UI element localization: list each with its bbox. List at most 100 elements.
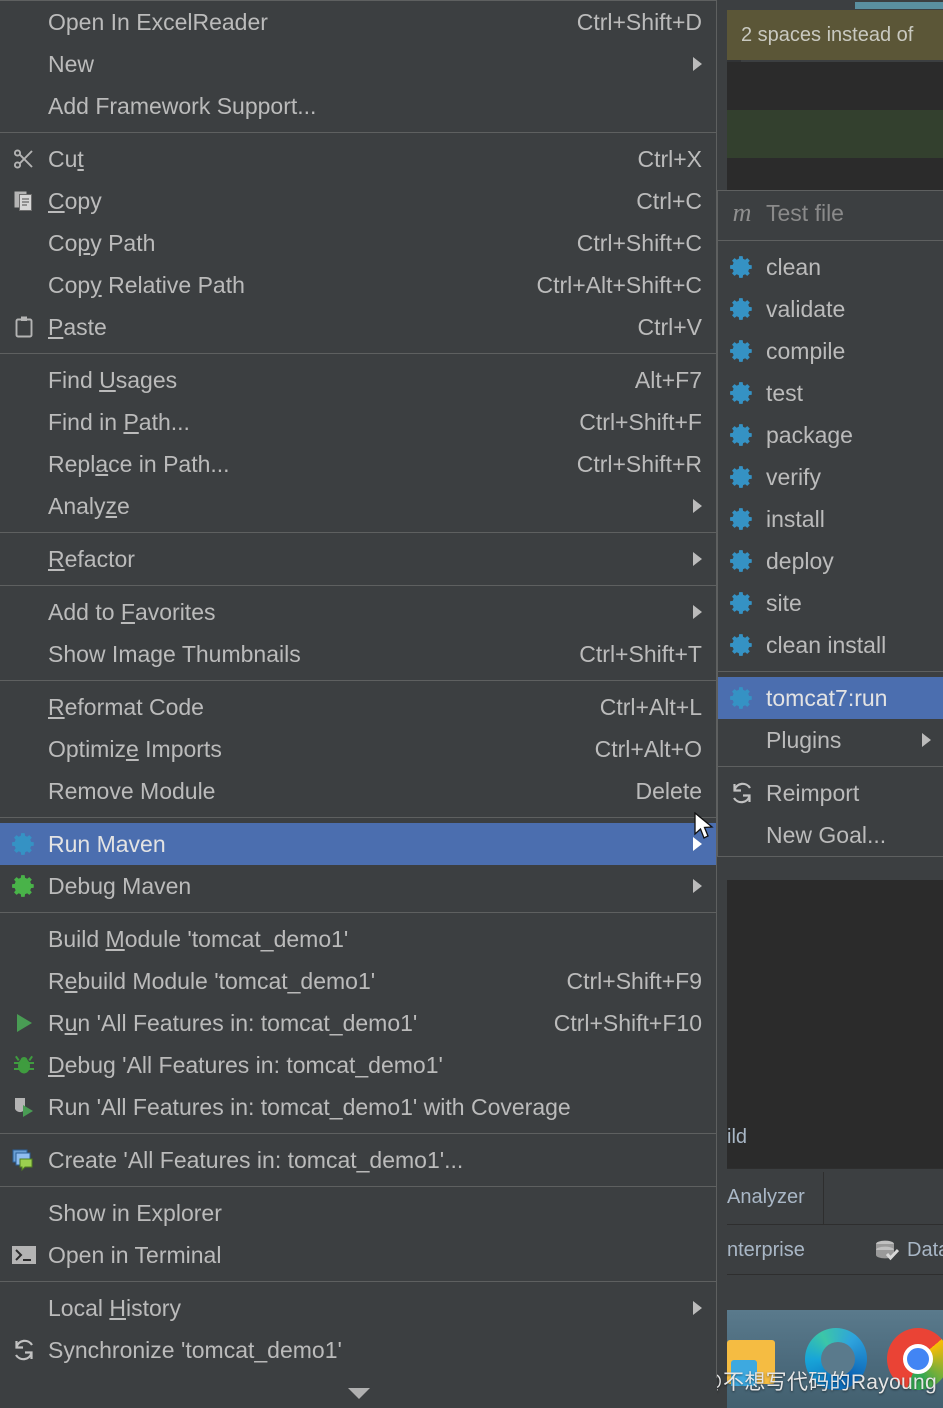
menu-separator xyxy=(0,532,716,533)
submenu-maven-goal-clean[interactable]: clean xyxy=(718,246,943,288)
menu-item-show-image-thumbnails[interactable]: Show Image Thumbnails Ctrl+Shift+T xyxy=(0,633,716,675)
menu-item-remove-module[interactable]: Remove Module Delete xyxy=(0,770,716,812)
submenu-arrow-icon xyxy=(693,57,702,71)
submenu-maven-goal-compile[interactable]: compile xyxy=(718,330,943,372)
menu-item-refactor[interactable]: Refactor xyxy=(0,538,716,580)
menu-item-debug-all-features[interactable]: Debug 'All Features in: tomcat_demo1' xyxy=(0,1044,716,1086)
menu-item-label: New xyxy=(48,50,95,77)
menu-item-label: Cut xyxy=(48,145,84,172)
gear-blue-icon xyxy=(718,548,766,574)
menu-item-new[interactable]: New xyxy=(0,43,716,85)
no-icon xyxy=(0,686,48,728)
menu-separator xyxy=(0,1186,716,1187)
submenu-arrow-icon xyxy=(922,733,931,747)
submenu-maven-goal-install[interactable]: install xyxy=(718,498,943,540)
analyzer-tab-label[interactable]: Analyzer xyxy=(727,1186,805,1209)
menu-item-run-all-features[interactable]: Run 'All Features in: tomcat_demo1' Ctrl+… xyxy=(0,1002,716,1044)
no-icon xyxy=(0,591,48,633)
no-icon xyxy=(0,85,48,127)
analyzer-tab-row: Analyzer xyxy=(727,1172,943,1224)
submenu-item-label: verify xyxy=(766,463,821,490)
submenu-maven-goal-verify[interactable]: verify xyxy=(718,456,943,498)
menu-item-label: Paste xyxy=(48,313,107,340)
menu-item-label: Find in Path... xyxy=(48,408,190,435)
menu-item-shortcut: Ctrl+V xyxy=(637,313,702,340)
build-tab-label[interactable]: ild xyxy=(727,1126,747,1149)
menu-item-local-history[interactable]: Local History xyxy=(0,1287,716,1329)
submenu-new-goal[interactable]: New Goal... xyxy=(718,814,943,856)
gear-blue-icon xyxy=(718,632,766,658)
menu-item-replace-in-path[interactable]: Replace in Path... Ctrl+Shift+R xyxy=(0,443,716,485)
menu-item-shortcut: Ctrl+Alt+O xyxy=(594,735,702,762)
menu-item-show-in-explorer[interactable]: Show in Explorer xyxy=(0,1192,716,1234)
menu-separator xyxy=(0,1133,716,1134)
menu-item-reformat-code[interactable]: Reformat Code Ctrl+Alt+L xyxy=(0,686,716,728)
menu-separator xyxy=(0,912,716,913)
editor-top-bar xyxy=(727,0,943,10)
menu-separator xyxy=(0,132,716,133)
no-icon xyxy=(0,43,48,85)
menu-item-create-run-configuration[interactable]: Create 'All Features in: tomcat_demo1'..… xyxy=(0,1139,716,1181)
gear-blue-icon xyxy=(718,296,766,322)
menu-item-label: Remove Module xyxy=(48,777,216,804)
menu-item-cut[interactable]: Cut Ctrl+X xyxy=(0,138,716,180)
submenu-item-label: clean install xyxy=(766,631,887,658)
status-enterprise-label[interactable]: nterprise xyxy=(727,1239,805,1262)
submenu-maven-goal-validate[interactable]: validate xyxy=(718,288,943,330)
menu-item-build-module[interactable]: Build Module 'tomcat_demo1' xyxy=(0,918,716,960)
menu-item-add-framework-support[interactable]: Add Framework Support... xyxy=(0,85,716,127)
menu-item-rebuild-module[interactable]: Rebuild Module 'tomcat_demo1' Ctrl+Shift+… xyxy=(0,960,716,1002)
submenu-maven-goal-site[interactable]: site xyxy=(718,582,943,624)
menu-separator xyxy=(0,353,716,354)
submenu-maven-goal-tomcat7-run[interactable]: tomcat7:run xyxy=(718,677,943,719)
debug-icon xyxy=(0,1044,48,1086)
no-icon xyxy=(0,264,48,306)
menu-separator xyxy=(0,817,716,818)
menu-item-run-with-coverage[interactable]: Run 'All Features in: tomcat_demo1' with… xyxy=(0,1086,716,1128)
build-tool-tab-strip: ild xyxy=(727,1110,943,1168)
menu-item-label: Add Framework Support... xyxy=(48,92,317,119)
submenu-reimport[interactable]: Reimport xyxy=(718,772,943,814)
menu-item-run-maven[interactable]: Run Maven xyxy=(0,823,716,865)
no-icon xyxy=(0,222,48,264)
submenu-maven-goal-clean-install[interactable]: clean install xyxy=(718,624,943,666)
gear-green-icon xyxy=(0,865,48,907)
menu-item-label: Synchronize 'tomcat_demo1' xyxy=(48,1336,342,1363)
submenu-maven-goal-package[interactable]: package xyxy=(718,414,943,456)
submenu-item-label: validate xyxy=(766,295,846,322)
menu-item-copy[interactable]: Copy Ctrl+C xyxy=(0,180,716,222)
submenu-item-label: clean xyxy=(766,253,821,280)
menu-item-open-in-excelreader[interactable]: Open In ExcelReader Ctrl+Shift+D xyxy=(0,1,716,43)
submenu-maven-goal-test[interactable]: test xyxy=(718,372,943,414)
menu-item-find-in-path[interactable]: Find in Path... Ctrl+Shift+F xyxy=(0,401,716,443)
menu-item-open-in-terminal[interactable]: Open in Terminal xyxy=(0,1234,716,1276)
submenu-separator xyxy=(718,240,943,241)
chevron-down-icon[interactable] xyxy=(0,1378,717,1408)
menu-item-analyze[interactable]: Analyze xyxy=(0,485,716,527)
context-menu[interactable]: Open In ExcelReader Ctrl+Shift+D New Add Fr… xyxy=(0,0,717,1408)
menu-item-debug-maven[interactable]: Debug Maven xyxy=(0,865,716,907)
submenu-maven-goal-deploy[interactable]: deploy xyxy=(718,540,943,582)
menu-item-optimize-imports[interactable]: Optimize Imports Ctrl+Alt+O xyxy=(0,728,716,770)
divider-3 xyxy=(727,1274,943,1275)
submenu-header-label: Test file xyxy=(766,199,844,226)
no-icon xyxy=(0,1,48,43)
menu-item-synchronize[interactable]: Synchronize 'tomcat_demo1' xyxy=(0,1329,716,1371)
copy-icon xyxy=(0,180,48,222)
menu-item-add-to-favorites[interactable]: Add to Favorites xyxy=(0,591,716,633)
no-icon xyxy=(0,633,48,675)
menu-item-paste[interactable]: Paste Ctrl+V xyxy=(0,306,716,348)
no-icon xyxy=(0,401,48,443)
coverage-icon xyxy=(0,1086,48,1128)
run-maven-submenu[interactable]: m Test file clean validate compile test packag… xyxy=(717,190,943,857)
menu-item-label: Run 'All Features in: tomcat_demo1' with… xyxy=(48,1093,571,1120)
menu-item-label: Debug 'All Features in: tomcat_demo1' xyxy=(48,1051,443,1078)
menu-item-label: Local History xyxy=(48,1294,181,1321)
menu-item-copy-path[interactable]: Copy Path Ctrl+Shift+C xyxy=(0,222,716,264)
status-database-label[interactable]: Data xyxy=(907,1239,943,1262)
editor-lower-pane xyxy=(727,880,943,1132)
menu-item-copy-relative-path[interactable]: Copy Relative Path Ctrl+Alt+Shift+C xyxy=(0,264,716,306)
submenu-item-label: package xyxy=(766,421,853,448)
submenu-plugins[interactable]: Plugins xyxy=(718,719,943,761)
menu-item-find-usages[interactable]: Find Usages Alt+F7 xyxy=(0,359,716,401)
